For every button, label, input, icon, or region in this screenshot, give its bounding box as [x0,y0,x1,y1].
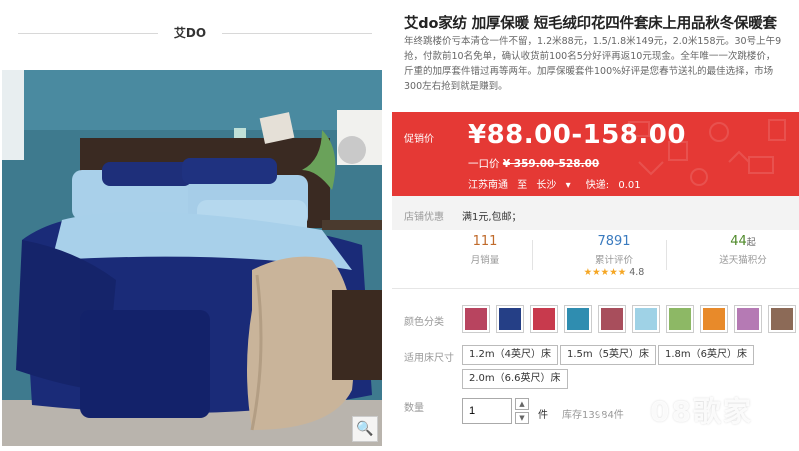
color-swatch[interactable] [496,305,524,333]
zoom-icon[interactable]: 🔍 [352,416,378,442]
rating-stars: ★★★★★ 4.8 [549,267,679,278]
size-option[interactable]: 1.5m（5英尺）床 [560,345,657,365]
bedroom-photo [2,70,382,446]
original-price-label: 一口价 [468,158,500,170]
quantity-unit: 件 [538,410,548,421]
color-swatch[interactable] [462,305,490,333]
stat-monthly-sales: 111 月销量 [420,234,550,266]
original-price-row: 一口价 ¥ 359.00-528.00 [468,156,599,171]
swatch-fill [669,308,691,330]
color-swatch[interactable] [632,305,660,333]
color-swatch[interactable] [768,305,796,333]
original-price: ¥ 359.00-528.00 [502,158,600,170]
header-divider-left [18,33,158,34]
promo-price-label: 促销价 [404,134,434,145]
swatch-fill [567,308,589,330]
header-divider-right [222,33,372,34]
size-option[interactable]: 1.2m（4英尺）床 [462,345,559,365]
chevron-down-icon: ▾ [565,180,571,191]
size-option[interactable]: 2.0m（6.6英尺）床 [462,369,568,389]
desc-line: 300左右抢到就是赚到。 [404,81,508,92]
star-icons: ★★★★★ [583,267,627,278]
color-swatches [462,305,799,335]
color-swatch[interactable] [700,305,728,333]
color-swatch[interactable] [666,305,694,333]
swatch-fill [533,308,555,330]
shop-promo: 店铺优惠 满1元,包邮； [392,196,799,230]
color-swatch[interactable] [734,305,762,333]
product-image[interactable]: 🔍 [2,70,382,446]
color-swatch[interactable] [564,305,592,333]
ship-to-select[interactable]: 长沙 ▾ [536,180,576,191]
desc-line: 年终跳楼价亏本清仓一件不留，1.2米88元，1.5/1.8米149元，2.0米1… [404,36,782,47]
swatch-fill [737,308,759,330]
points-value: 44 [730,234,747,249]
price-panel: 促销价 ¥88.00-158.00 一口价 ¥ 359.00-528.00 江苏… [392,112,799,196]
shipping-row: 江苏南通 至 长沙 ▾ 快递: 0.01 [468,176,647,191]
ship-to-label: 至 [517,180,528,191]
size-option[interactable]: 1.8m（6英尺）床 [658,345,755,365]
swatch-fill [771,308,793,330]
monthly-sales-value: 111 [472,234,498,249]
shop-promo-value: 满1元,包邮； [462,212,522,223]
chevron-up-icon[interactable]: ▲ [515,398,529,410]
stat-divider [532,240,533,270]
stat-reviews[interactable]: 7891 累计评价 ★★★★★ 4.8 [549,234,679,278]
rating-score: 4.8 [629,267,645,278]
watermark-text: 08歌家 [650,395,753,428]
quantity-label: 数量 [404,403,424,414]
reviews-value: 7891 [597,234,631,249]
watermark: 08歌家 [598,380,798,436]
points-label: 送天猫积分 [719,255,767,266]
desc-line: 抢，付款前10名免单，确认收货前100名5分好评再返10元现金。全年唯一一次跳楼… [404,51,776,62]
promo-price: ¥88.00-158.00 [468,120,686,150]
shop-promo-label: 店铺优惠 [404,212,444,223]
ship-fee: 0.01 [618,180,641,191]
swatch-fill [465,308,487,330]
product-description: 年终跳楼价亏本清仓一件不留，1.2米88元，1.5/1.8米149元，2.0米1… [404,34,799,94]
swatch-fill [499,308,521,330]
quantity-input[interactable] [462,398,512,424]
ship-to: 长沙 [536,180,557,191]
color-swatch[interactable] [530,305,558,333]
shop-name[interactable]: 艾DO [160,24,220,41]
ship-fee-label: 快递: [585,180,610,191]
watermark-logo-icon [598,386,642,430]
desc-line: 斤重的加厚套件错过再等两年。加厚保暖套件100%好评是您春节送礼的最佳选择，市场 [404,66,774,77]
color-label: 颜色分类 [404,317,444,328]
points-value-row: 44起 [678,234,799,249]
swatch-fill [703,308,725,330]
color-swatch[interactable] [598,305,626,333]
product-title: 艾do家纺 加厚保暖 短毛绒印花四件套床上用品秋冬保暖套 [404,16,777,32]
chevron-down-icon[interactable]: ▼ [515,412,529,424]
ship-from: 江苏南通 [468,180,508,191]
section-divider [392,288,799,289]
points-suffix: 起 [746,238,756,248]
stat-points: 44起 送天猫积分 [678,234,799,266]
stat-divider [666,240,667,270]
swatch-fill [635,308,657,330]
bed-size-label: 适用床尺寸 [404,353,454,364]
shop-header: 艾DO [0,0,385,68]
monthly-sales-label: 月销量 [470,255,500,266]
reviews-label: 累计评价 [594,255,633,266]
swatch-fill [601,308,623,330]
stats-bar: 111 月销量 7891 累计评价 ★★★★★ 4.8 44起 送天猫积分 [404,232,799,292]
